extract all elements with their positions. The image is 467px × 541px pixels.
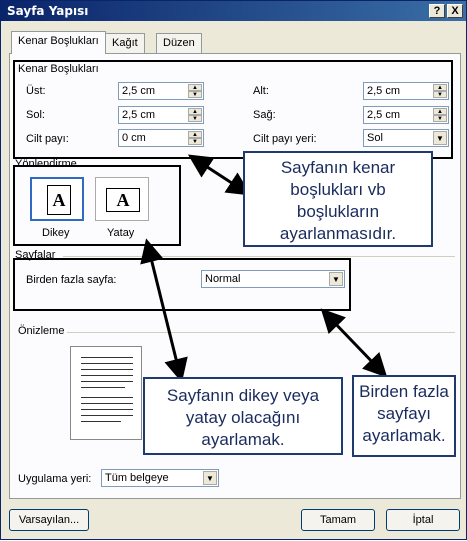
margins-callout: Sayfanın kenar boşlukları vb boşlukların… (243, 151, 433, 247)
annotation-arrows (140, 154, 388, 383)
orientation-callout: Sayfanın dikey veya yatay olacağını ayar… (143, 377, 343, 455)
tab-margins[interactable]: Kenar Boşlukları (11, 31, 106, 54)
page-setup-dialog: Sayfa Yapısı ? X Kenar Boşlukları Kağıt … (0, 0, 467, 540)
pages-callout: Birden fazla sayfayı ayarlamak. (352, 375, 456, 457)
